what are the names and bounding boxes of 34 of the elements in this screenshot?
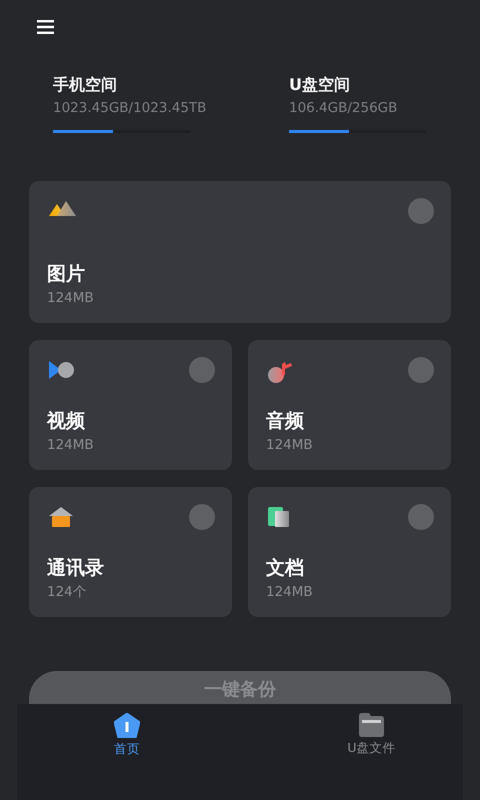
tab[interactable]: U盘文件	[347, 713, 396, 756]
storage-usage: 1023.45GB/1023.45TB	[53, 99, 206, 118]
select-circle[interactable]	[408, 198, 434, 224]
house-icon	[49, 507, 73, 527]
home-icon	[114, 713, 140, 738]
music-note-icon	[268, 360, 293, 384]
category-size: 124MB	[47, 436, 94, 454]
category-name: 图片	[47, 262, 85, 287]
category-name: 文档	[266, 556, 304, 581]
category-size: 124MB	[266, 436, 313, 454]
mountain-icon	[49, 201, 76, 216]
storage-usage: 106.4GB/256GB	[289, 99, 398, 118]
category-card[interactable]: 音频 124MB	[248, 340, 451, 470]
category-name: 通讯录	[47, 556, 104, 581]
category-name: 音频	[266, 409, 304, 434]
category-size: 124MB	[266, 583, 313, 601]
storage-title: 手机空间	[53, 74, 117, 96]
folder-icon	[359, 713, 384, 737]
menu-icon[interactable]	[37, 20, 54, 34]
storage-title: U盘空间	[289, 74, 350, 96]
category-card[interactable]: 文档 124MB	[248, 487, 451, 617]
select-circle[interactable]	[408, 504, 434, 530]
select-circle[interactable]	[189, 504, 215, 530]
category-name: 视频	[47, 409, 85, 434]
select-circle[interactable]	[408, 357, 434, 383]
tab[interactable]: 首页	[114, 713, 140, 757]
category-card[interactable]: 图片 124MB	[29, 181, 451, 323]
category-size: 124个	[47, 583, 87, 601]
video-camera-icon	[49, 360, 75, 380]
category-size: 124MB	[47, 289, 94, 307]
document-icon	[268, 507, 289, 527]
category-card[interactable]: 通讯录 124个	[29, 487, 232, 617]
select-circle[interactable]	[189, 357, 215, 383]
category-card[interactable]: 视频 124MB	[29, 340, 232, 470]
